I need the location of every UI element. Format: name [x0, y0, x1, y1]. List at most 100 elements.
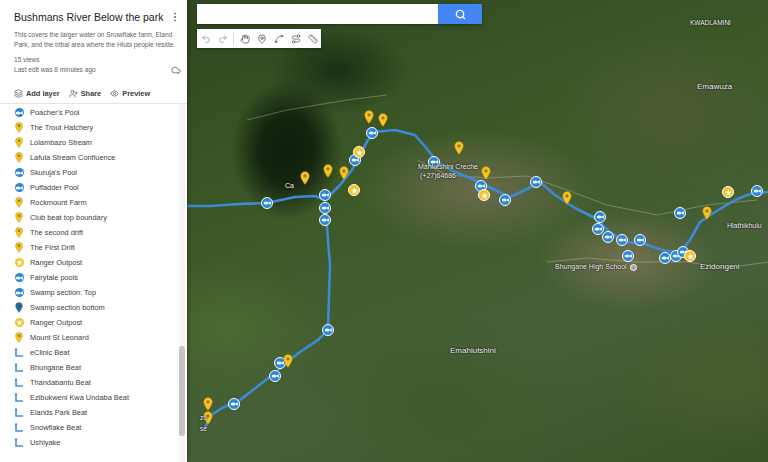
pin-marker[interactable]	[323, 164, 333, 178]
layer-item[interactable]: Ranger Outpost	[14, 315, 179, 330]
outpost-marker[interactable]	[478, 189, 490, 201]
line-route-icon	[14, 378, 24, 388]
undo-button[interactable]	[197, 29, 214, 48]
pin-icon	[15, 122, 23, 133]
fish-icon	[532, 179, 540, 185]
scrollbar-track[interactable]	[179, 104, 185, 462]
fish-marker-body	[319, 214, 331, 226]
layer-item[interactable]: Swamp section bottom	[14, 300, 179, 315]
outpost-marker-body	[722, 186, 734, 198]
fish-marker[interactable]	[602, 231, 614, 243]
line-route-icon	[14, 423, 24, 433]
redo-button[interactable]	[214, 29, 231, 48]
fish-marker[interactable]	[228, 398, 240, 410]
fish-icon	[321, 217, 329, 223]
layer-item[interactable]: Club beat top boundary	[14, 210, 179, 225]
fish-marker-body	[634, 234, 646, 246]
fish-marker[interactable]	[634, 234, 646, 246]
pin-marker[interactable]	[481, 166, 491, 180]
layer-item[interactable]: Swamp section: Top	[14, 285, 179, 300]
fish-marker[interactable]	[594, 211, 606, 223]
pin-icon	[15, 302, 23, 313]
fish-marker[interactable]	[319, 189, 331, 201]
layer-item[interactable]: Lolambazo Stream	[14, 135, 179, 150]
search-input[interactable]	[197, 4, 438, 24]
cloud-saved-icon	[171, 65, 181, 75]
layer-item[interactable]: The First Drift	[14, 240, 179, 255]
map-title[interactable]: Bushmans River Below the park	[14, 9, 163, 25]
fish-marker-body	[261, 197, 273, 209]
fish-marker[interactable]	[269, 370, 281, 382]
layer-item[interactable]: Elands Park Beat	[14, 405, 179, 420]
outpost-marker[interactable]	[353, 146, 365, 158]
pin-marker[interactable]	[339, 166, 349, 180]
draw-line-button[interactable]	[270, 29, 287, 48]
outpost-marker[interactable]	[348, 184, 360, 196]
preview-button[interactable]: Preview	[110, 89, 150, 98]
fish-marker[interactable]	[322, 324, 334, 336]
layer-item[interactable]: Bhungane Beat	[14, 360, 179, 375]
layer-item[interactable]: Skuruja's Pool	[14, 165, 179, 180]
fish-marker[interactable]	[366, 127, 378, 139]
pin-marker[interactable]	[378, 113, 388, 127]
outpost-marker[interactable]	[722, 186, 734, 198]
item-icon-slot	[14, 197, 24, 208]
pin-marker[interactable]	[283, 354, 293, 368]
satellite-map[interactable]: KWADLAMINIEmawuzaHlathikhuluEzidongeniBh…	[187, 0, 768, 462]
measure-button[interactable]	[304, 29, 321, 48]
layer-item[interactable]: Rockmount Farm	[14, 195, 179, 210]
fish-marker[interactable]	[261, 197, 273, 209]
layer-item[interactable]: Ezibukweni Kwa Undaba Beat	[14, 390, 179, 405]
fish-icon	[271, 373, 279, 379]
scrollbar-thumb[interactable]	[179, 346, 185, 436]
magnifier-icon	[455, 9, 466, 20]
fish-marker[interactable]	[530, 176, 542, 188]
fish-icon	[501, 197, 509, 203]
pin-marker[interactable]	[454, 141, 464, 155]
layer-item[interactable]: Ranger Outpost	[14, 255, 179, 270]
layer-item[interactable]: The Trout Hatchery	[14, 120, 179, 135]
select-button[interactable]	[236, 29, 253, 48]
layer-item[interactable]: Snowflake Beat	[14, 420, 179, 435]
outpost-marker[interactable]	[684, 250, 696, 262]
river-line[interactable]	[325, 130, 768, 253]
layer-item[interactable]: Poacher's Pool	[14, 105, 179, 120]
add-layer-button[interactable]: Add layer	[14, 89, 60, 98]
fish-marker[interactable]	[622, 250, 634, 262]
item-icon-slot	[14, 227, 24, 238]
fish-marker-icon	[15, 273, 24, 282]
search-button[interactable]	[438, 4, 482, 24]
pin-icon	[15, 152, 23, 163]
directions-button[interactable]	[287, 29, 304, 48]
fish-marker[interactable]	[319, 202, 331, 214]
layer-item[interactable]: The second drift	[14, 225, 179, 240]
fish-marker[interactable]	[674, 207, 686, 219]
map-description[interactable]: This covers the larger water on Snowflak…	[14, 30, 182, 50]
layer-item[interactable]: eClinic Beat	[14, 345, 179, 360]
pin-marker[interactable]	[702, 206, 712, 220]
map-label: Emahlutshini	[450, 346, 496, 356]
pin-marker[interactable]	[203, 397, 213, 411]
fish-marker[interactable]	[616, 234, 628, 246]
item-icon-slot	[14, 407, 24, 418]
pin-marker[interactable]	[562, 191, 572, 205]
layer-item[interactable]: Thandabantu Beat	[14, 375, 179, 390]
layer-item[interactable]: Mount St Leonard	[14, 330, 179, 345]
layer-item[interactable]: Fairytale pools	[14, 270, 179, 285]
person-add-icon	[69, 89, 78, 98]
river-line[interactable]	[187, 196, 330, 428]
layer-item[interactable]: Lafula Stream Confluence	[14, 150, 179, 165]
layers-icon	[14, 89, 23, 98]
map-label: Emawuza	[697, 82, 732, 92]
layer-item[interactable]: Puffadder Pool	[14, 180, 179, 195]
pin-marker[interactable]	[300, 171, 310, 185]
more-options-icon[interactable]	[169, 11, 181, 23]
fish-marker[interactable]	[319, 214, 331, 226]
layer-item[interactable]: Ushiyake	[14, 435, 179, 450]
share-button[interactable]: Share	[69, 89, 102, 98]
pin-marker[interactable]	[364, 110, 374, 124]
fish-marker[interactable]	[499, 194, 511, 206]
pin-icon	[364, 110, 374, 124]
fish-marker[interactable]	[751, 185, 763, 197]
add-marker-button[interactable]	[253, 29, 270, 48]
